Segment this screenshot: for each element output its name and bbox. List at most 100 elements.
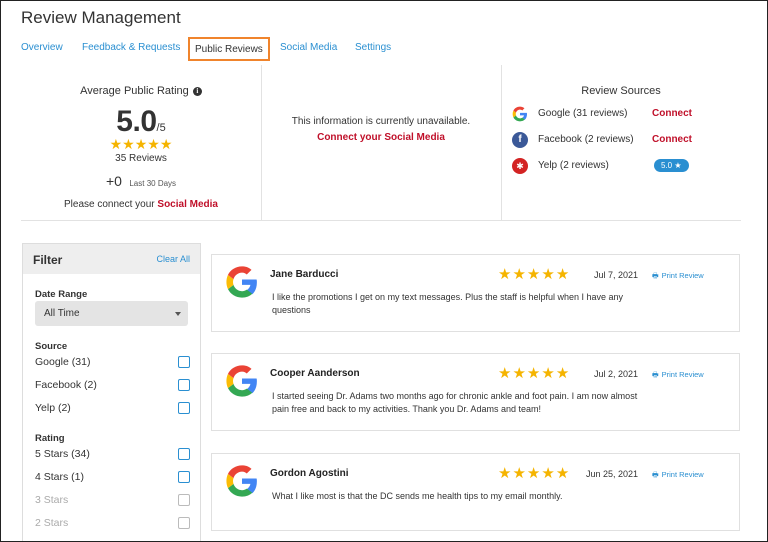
review-date: Jul 2, 2021	[593, 369, 638, 379]
checkbox[interactable]	[178, 494, 190, 506]
review-stars: ★★★★★	[498, 365, 570, 383]
reviewer-name: Jane Barducci	[270, 269, 339, 280]
filter-option-google[interactable]: Google (31)	[35, 356, 190, 370]
tab-public-reviews[interactable]: Public Reviews	[188, 37, 270, 61]
review-text: What I like most is that the DC sends me…	[272, 491, 563, 501]
review-text: I like the promotions I get on my text m…	[272, 292, 624, 315]
yelp-rating-badge[interactable]: 5.0 ★	[654, 159, 689, 172]
filter-option-label: 2 Stars	[35, 517, 69, 529]
star-icon: ★	[541, 266, 555, 283]
star-icon: ★	[512, 465, 526, 482]
connect-social-prompt: Please connect your Social Media	[21, 199, 261, 210]
chevron-down-icon	[175, 312, 181, 316]
yelp-icon: ✱	[512, 158, 528, 174]
star-icon: ★	[498, 266, 512, 283]
google-icon	[512, 106, 527, 122]
star-icon: ★	[498, 365, 512, 382]
filter-option-facebook[interactable]: Facebook (2)	[35, 379, 190, 393]
reviews-count: 35 Reviews	[115, 153, 167, 164]
filter-option-yelp[interactable]: Yelp (2)	[35, 402, 190, 416]
review-text: I started seeing Dr. Adams two months ag…	[272, 391, 638, 414]
review-card: Jane Barducci ★★★★★ Jul 7, 2021 🖶 Print R…	[211, 254, 740, 332]
social-media-link[interactable]: Social Media	[157, 199, 218, 210]
rating-delta: +0 Last 30 Days	[21, 173, 261, 191]
print-review-link[interactable]: 🖶 Print Review	[652, 470, 704, 482]
source-label: Google (31 reviews)	[538, 108, 628, 119]
filter-option-5-stars[interactable]: 5 Stars (34)	[35, 448, 190, 462]
checkbox[interactable]	[178, 356, 190, 368]
average-rating-title: Average Public Rating	[80, 85, 189, 97]
google-icon	[226, 465, 257, 497]
tab-social-media[interactable]: Social Media	[280, 37, 337, 61]
rating-number: 5.0	[116, 105, 157, 138]
review-card: Cooper Aanderson ★★★★★ Jul 2, 2021 🖶 Prin…	[211, 353, 740, 431]
star-icon: ★	[122, 136, 135, 152]
connect-google-button[interactable]: Connect	[652, 108, 692, 119]
star-icon: ★	[555, 365, 570, 382]
star-icon: ★	[526, 266, 541, 283]
checkbox[interactable]	[178, 402, 190, 414]
tab-bar: Overview Feedback & Requests Public Revi…	[1, 37, 767, 61]
connect-social-media-link[interactable]: Connect your Social Media	[261, 132, 501, 143]
google-icon	[226, 266, 257, 298]
star-icon: ★	[159, 136, 173, 152]
google-icon	[226, 365, 257, 397]
print-icon: 🖶	[652, 472, 659, 479]
review-card: Gordon Agostini ★★★★★ Jun 25, 2021 🖶 Prin…	[211, 453, 740, 531]
page-title: Review Management	[21, 8, 181, 27]
facebook-icon: f	[512, 132, 528, 148]
checkbox[interactable]	[178, 517, 190, 529]
print-review-link[interactable]: 🖶 Print Review	[652, 271, 704, 283]
print-review-label: Print Review	[661, 470, 704, 479]
print-review-label: Print Review	[661, 271, 704, 280]
tab-overview[interactable]: Overview	[21, 37, 63, 61]
date-range-value: All Time	[44, 308, 80, 319]
connect-facebook-button[interactable]: Connect	[652, 134, 692, 145]
review-date: Jul 7, 2021	[593, 270, 638, 280]
tab-feedback-requests[interactable]: Feedback & Requests	[82, 37, 180, 61]
print-review-label: Print Review	[661, 370, 704, 379]
reviewer-name: Gordon Agostini	[270, 468, 349, 479]
star-icon: ★	[541, 365, 555, 382]
rating-label: Rating	[35, 433, 65, 444]
source-label: Facebook (2 reviews)	[538, 134, 634, 145]
filter-option-4-stars[interactable]: 4 Stars (1)	[35, 471, 190, 485]
info-icon[interactable]: i	[192, 87, 202, 96]
review-sources-title: Review Sources	[581, 85, 661, 97]
source-label: Source	[35, 341, 68, 352]
star-icon: ★	[555, 465, 570, 482]
print-review-link[interactable]: 🖶 Print Review	[652, 370, 704, 382]
filter-option-3-stars[interactable]: 3 Stars	[35, 494, 190, 508]
source-row-yelp: ✱ Yelp (2 reviews) 5.0 ★	[512, 157, 712, 175]
star-icon: ★	[512, 365, 526, 382]
filter-option-label: 3 Stars	[35, 494, 69, 506]
connect-prefix: Please connect your	[64, 199, 155, 210]
filter-option-2-stars[interactable]: 2 Stars	[35, 517, 190, 531]
rating-out-of: /5	[156, 122, 166, 134]
checkbox[interactable]	[178, 471, 190, 483]
filter-option-label: Yelp (2)	[35, 402, 71, 414]
source-label: Yelp (2 reviews)	[538, 160, 609, 171]
filter-option-label: Google (31)	[35, 356, 91, 368]
tab-settings[interactable]: Settings	[355, 37, 391, 61]
unavailable-message: This information is currently unavailabl…	[291, 116, 471, 127]
date-range-select[interactable]: All Time	[35, 301, 188, 326]
checkbox[interactable]	[178, 448, 190, 460]
average-rating-heading: Average Public Rating i	[21, 85, 261, 97]
filter-title: Filter	[33, 253, 63, 267]
filter-option-label: 5 Stars (34)	[35, 448, 90, 460]
date-range-label: Date Range	[35, 289, 88, 300]
filter-panel: Filter Clear All Date Range All Time Sou…	[22, 243, 201, 541]
source-row-google: Google (31 reviews) Connect	[512, 105, 712, 123]
print-icon: 🖶	[652, 273, 659, 280]
delta-label: Last 30 Days	[129, 179, 177, 188]
star-icon: ★	[134, 136, 148, 152]
star-icon: ★	[526, 365, 541, 382]
review-stars: ★★★★★	[498, 266, 570, 284]
checkbox[interactable]	[178, 379, 190, 391]
star-icon: ★	[109, 136, 123, 152]
filter-option-label: Facebook (2)	[35, 379, 97, 391]
source-row-facebook: f Facebook (2 reviews) Connect	[512, 131, 712, 149]
delta-value: +0	[105, 173, 122, 189]
clear-all-link[interactable]: Clear All	[156, 254, 190, 264]
